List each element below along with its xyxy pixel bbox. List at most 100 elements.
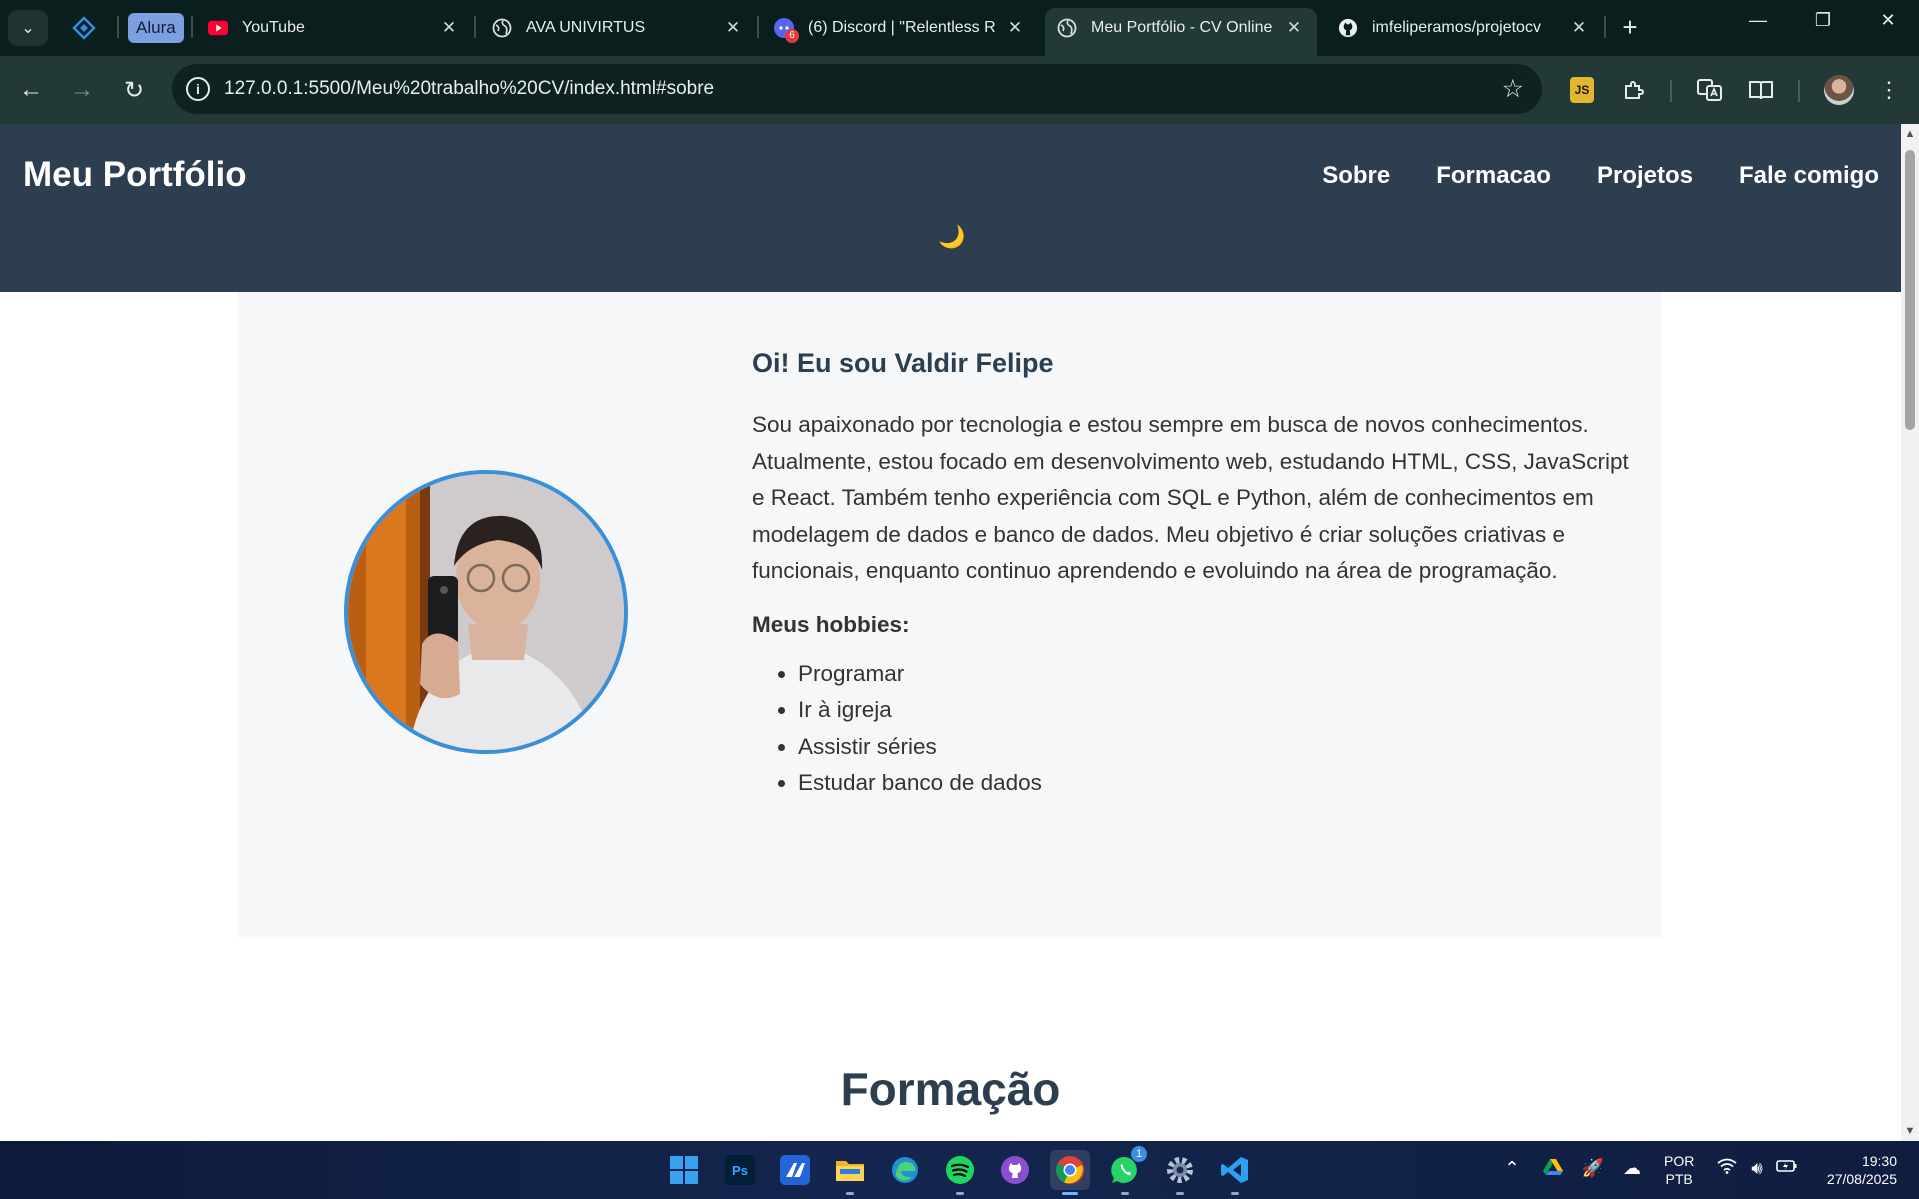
running-indicator	[1176, 1192, 1184, 1195]
about-section: Oi! Eu sou Valdir Felipe Sou apaixonado …	[238, 292, 1662, 938]
tab-title: (6) Discord | "Relentless R	[808, 19, 996, 36]
site-logo[interactable]: Meu Portfólio	[23, 155, 247, 195]
taskbar-vscode[interactable]	[1215, 1150, 1255, 1195]
theme-toggle-moon-icon[interactable]: 🌙	[938, 224, 965, 250]
taskbar-chrome[interactable]	[1050, 1150, 1090, 1195]
tab-separator	[757, 16, 759, 38]
scrollbar-thumb[interactable]	[1905, 150, 1915, 430]
bookmark-star-icon[interactable]: ☆	[1502, 74, 1524, 104]
close-icon[interactable]: ✕	[438, 18, 460, 38]
onedrive-cloud-icon[interactable]: ☁	[1620, 1158, 1644, 1179]
volume-icon[interactable]: 🔊︎	[1745, 1158, 1769, 1179]
start-button[interactable]	[664, 1150, 704, 1190]
nav-link-formacao[interactable]: Formacao	[1436, 162, 1551, 190]
rocket-tray-icon[interactable]: 🚀	[1581, 1158, 1605, 1179]
js-extension-label: JS	[1574, 83, 1590, 97]
clock-date: 27/08/2025	[1826, 1171, 1897, 1187]
taskbar-dev-tool[interactable]	[775, 1150, 815, 1190]
input-language-indicator[interactable]: POR PTB	[1664, 1152, 1694, 1188]
battery-charging-icon[interactable]	[1775, 1158, 1799, 1179]
close-window-button[interactable]: ✕	[1868, 10, 1908, 31]
site-header: Meu Portfólio Sobre Formacao Projetos Fa…	[0, 124, 1901, 292]
chevron-down-icon: ⌄	[21, 20, 35, 37]
reload-icon: ↻	[123, 76, 145, 104]
tab-search-button[interactable]: ⌄	[8, 10, 48, 46]
taskbar-spotify[interactable]	[940, 1150, 980, 1195]
language-code: POR	[1664, 1153, 1695, 1169]
tab-meu-portfolio[interactable]: Meu Portfólio - CV Online ✕	[1045, 8, 1317, 56]
windows-logo-icon	[670, 1156, 698, 1184]
close-icon[interactable]: ✕	[1004, 18, 1026, 38]
translate-icon[interactable]	[1695, 75, 1725, 105]
browser-toolbar: ← → ↻ i 127.0.0.1:5500/Meu%20trabalho%20…	[0, 56, 1919, 124]
tab-title: AVA UNIVIRTUS	[526, 19, 646, 36]
reload-button[interactable]: ↻	[117, 73, 151, 107]
tab-title: Meu Portfólio - CV Online	[1091, 19, 1273, 36]
profile-photo	[344, 470, 628, 754]
clock-time: 19:30	[1861, 1153, 1897, 1169]
close-icon[interactable]: ✕	[722, 18, 744, 38]
tab-separator	[474, 16, 476, 38]
url-text[interactable]: 127.0.0.1:5500/Meu%20trabalho%20CV/index…	[224, 78, 714, 100]
restore-button[interactable]: ❐	[1803, 10, 1843, 31]
pinned-tab-alura[interactable]: Alura	[128, 13, 184, 43]
tab-separator	[191, 16, 193, 38]
tab-title: imfeliperamos/projetocv	[1372, 19, 1541, 36]
back-button[interactable]: ←	[14, 73, 48, 107]
taskbar-whatsapp[interactable]: 1	[1105, 1146, 1147, 1195]
list-item: Ir à igreja	[798, 692, 1632, 728]
running-indicator	[1231, 1192, 1239, 1195]
tab-github[interactable]: imfeliperamos/projetocv ✕	[1326, 8, 1602, 48]
tab-title: YouTube	[242, 19, 305, 36]
alura-label: Alura	[136, 18, 176, 37]
svg-text:Ps: Ps	[732, 1163, 748, 1178]
nav-link-fale-comigo[interactable]: Fale comigo	[1739, 162, 1879, 190]
site-info-icon[interactable]: i	[186, 77, 210, 101]
about-heading: Oi! Eu sou Valdir Felipe	[752, 348, 1054, 378]
close-icon[interactable]: ✕	[1568, 18, 1590, 38]
globe-icon	[1057, 18, 1077, 38]
google-drive-icon[interactable]	[1541, 1158, 1565, 1181]
discord-icon: 6	[774, 18, 799, 43]
close-icon[interactable]: ✕	[1283, 18, 1305, 38]
tab-ava-univirtus[interactable]: AVA UNIVIRTUS ✕	[480, 8, 756, 48]
extensions-puzzle-icon[interactable]	[1619, 75, 1649, 105]
kebab-menu-icon[interactable]: ⋮	[1874, 75, 1904, 105]
arrow-right-icon: →	[70, 76, 94, 103]
nav-link-sobre[interactable]: Sobre	[1322, 162, 1390, 190]
taskbar-github-desktop[interactable]	[995, 1150, 1035, 1190]
photoshop-icon: Ps	[725, 1155, 755, 1185]
new-tab-button[interactable]: +	[1615, 12, 1645, 43]
pinned-tab-diamond[interactable]	[68, 12, 100, 44]
minimize-button[interactable]: —	[1738, 10, 1778, 31]
edge-icon	[892, 1157, 918, 1183]
nav-link-projetos[interactable]: Projetos	[1597, 162, 1693, 190]
address-bar[interactable]: i 127.0.0.1:5500/Meu%20trabalho%20CV/ind…	[172, 64, 1542, 114]
reading-mode-icon[interactable]	[1746, 75, 1776, 105]
vscode-icon	[1221, 1157, 1248, 1183]
js-extension-icon[interactable]: JS	[1570, 77, 1594, 103]
wifi-icon[interactable]	[1715, 1158, 1739, 1179]
running-indicator	[1062, 1192, 1078, 1195]
forward-button[interactable]: →	[65, 73, 99, 107]
scroll-down-arrow-icon[interactable]: ▼	[1904, 1125, 1916, 1137]
taskbar-photoshop[interactable]: Ps	[720, 1150, 760, 1190]
app-icon	[780, 1155, 810, 1185]
show-hidden-icons-chevron-up-icon[interactable]: ⌃	[1500, 1158, 1524, 1179]
taskbar-edge[interactable]	[885, 1150, 925, 1190]
taskbar-file-explorer[interactable]	[830, 1150, 870, 1195]
page-scrollbar[interactable]: ▲ ▼	[1901, 124, 1919, 1141]
taskbar-settings[interactable]	[1160, 1150, 1200, 1195]
tab-discord[interactable]: 6 (6) Discord | "Relentless R ✕	[762, 8, 1038, 48]
tab-youtube[interactable]: YouTube ✕	[196, 8, 472, 48]
page-viewport: Meu Portfólio Sobre Formacao Projetos Fa…	[0, 124, 1901, 1141]
running-indicator	[1121, 1192, 1129, 1195]
list-item: Assistir séries	[798, 729, 1632, 765]
system-clock[interactable]: 19:30 27/08/2025	[1827, 1152, 1897, 1188]
github-desktop-icon	[1001, 1156, 1029, 1184]
notification-badge: 1	[1131, 1146, 1147, 1162]
hobbies-title: Meus hobbies:	[752, 611, 910, 637]
profile-avatar[interactable]	[1824, 75, 1854, 105]
profile-photo-image	[348, 474, 624, 750]
scroll-up-arrow-icon[interactable]: ▲	[1904, 128, 1916, 140]
